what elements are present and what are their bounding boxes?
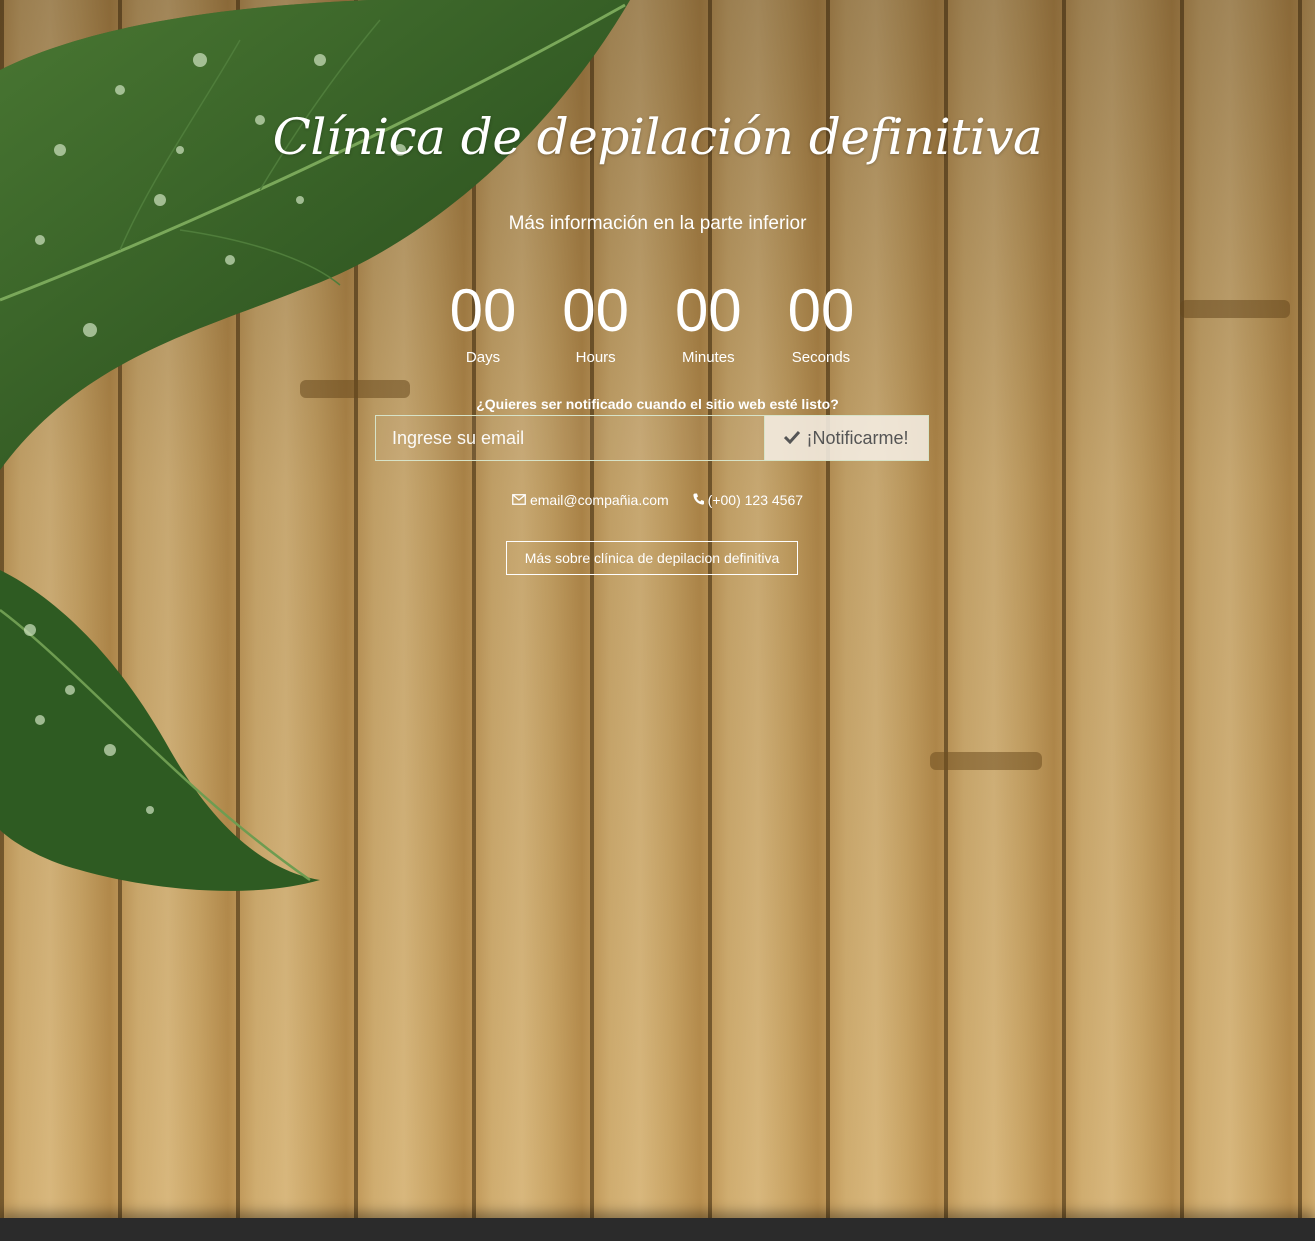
bamboo-background (0, 0, 1315, 1218)
contact-info: email@compañia.com (+00) 123 4567 (0, 492, 1315, 508)
phone-icon (693, 492, 704, 508)
notify-button-label: ¡Notificarme! (806, 427, 909, 448)
countdown-seconds: 00 Seconds (765, 275, 877, 366)
countdown-value: 00 (562, 277, 630, 344)
contact-phone-text: (+00) 123 4567 (707, 492, 804, 508)
contact-phone[interactable]: (+00) 123 4567 (693, 492, 803, 508)
envelope-icon (512, 492, 526, 508)
countdown-value: 00 (674, 277, 742, 344)
email-input[interactable] (375, 415, 765, 461)
countdown-label: Days (465, 349, 501, 366)
page-title: Clínica de depilación definitiva (272, 108, 1043, 166)
contact-email[interactable]: email@compañia.com (512, 492, 669, 508)
check-icon (784, 428, 801, 449)
page-subtitle: Más información en la parte inferior (508, 213, 807, 234)
more-info-button[interactable]: Más sobre clínica de depilacion definiti… (506, 541, 798, 575)
countdown-hours: 00 Hours (540, 275, 652, 366)
countdown-value: 00 (449, 277, 517, 344)
countdown-label: Seconds (791, 349, 851, 366)
footer-bar (0, 1218, 1315, 1241)
contact-email-text: email@compañia.com (529, 492, 669, 508)
countdown-minutes: 00 Minutes (652, 275, 764, 366)
notify-button[interactable]: ¡Notificarme! (765, 415, 929, 461)
countdown-value: 00 (787, 277, 855, 344)
notify-form: ¡Notificarme! (375, 415, 929, 461)
notify-question: ¿Quieres ser notificado cuando el sitio … (476, 396, 839, 412)
countdown-days: 00 Days (427, 275, 539, 366)
leaf-bottom-image (0, 570, 320, 891)
countdown-label: Minutes (682, 349, 735, 366)
countdown-label: Hours (575, 349, 616, 366)
countdown-timer: 00 Days 00 Hours 00 Minutes 00 Seconds (427, 275, 877, 366)
